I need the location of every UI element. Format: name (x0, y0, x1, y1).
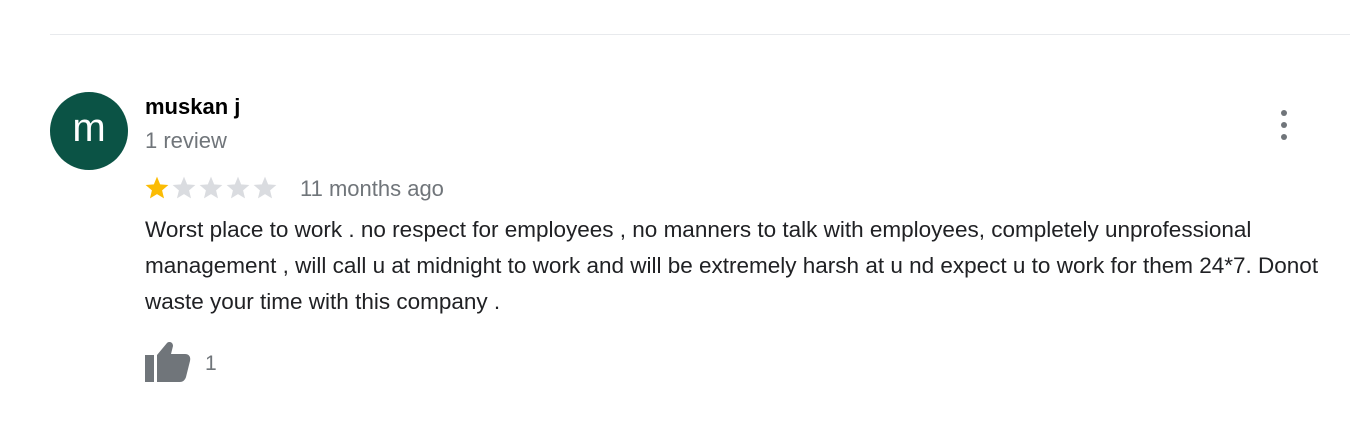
thumbs-up-icon (145, 342, 191, 382)
review-date: 11 months ago (300, 176, 444, 201)
more-vertical-icon-dot (1281, 122, 1287, 128)
review-card: m muskan j 1 review 11 months ago Worst … (0, 0, 1350, 426)
author-name[interactable]: muskan j (145, 94, 240, 120)
more-vertical-icon-dot (1281, 134, 1287, 140)
more-vertical-icon (1281, 110, 1287, 116)
star-rating (144, 175, 279, 201)
star-empty-icon (226, 176, 250, 199)
star-filled-icon (145, 176, 169, 199)
review-text: Worst place to work . no respect for emp… (145, 217, 1319, 314)
star-empty-icon (199, 176, 223, 199)
more-options-button[interactable] (1268, 108, 1300, 142)
author-review-count[interactable]: 1 review (145, 128, 227, 154)
like-count: 1 (205, 352, 217, 375)
avatar-initial: m (72, 106, 106, 150)
star-empty-icon (172, 176, 196, 199)
star-empty-icon (253, 176, 277, 199)
like-button[interactable] (145, 340, 191, 382)
avatar[interactable]: m (50, 92, 128, 170)
